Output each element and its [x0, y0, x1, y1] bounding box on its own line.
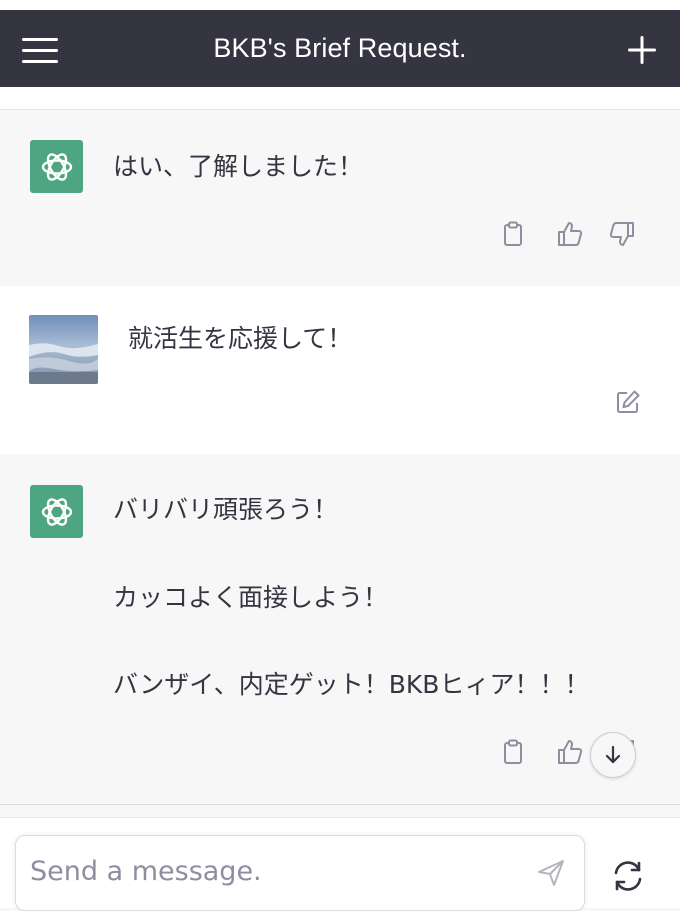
chatgpt-logo-icon — [30, 140, 83, 193]
message-line: バリバリ頑張ろう！ — [113, 495, 339, 524]
message-thread[interactable]: はい、了解しました！ 就活生を応援して！ バリバリ頑張ろう！ カッコよく面接しよ… — [0, 87, 680, 817]
regenerate-icon[interactable] — [608, 856, 648, 896]
thumbs-up-icon[interactable] — [553, 217, 587, 251]
previous-message-edge — [0, 87, 680, 110]
message-line: バンザイ、内定ゲット！BKBヒィア！！！ — [113, 670, 590, 699]
thumbs-down-icon[interactable] — [605, 217, 639, 251]
message-input[interactable] — [30, 848, 510, 894]
plus-icon[interactable] — [622, 30, 662, 70]
top-bar: BKB's Brief Request. — [0, 10, 680, 87]
clipboard-icon[interactable] — [496, 217, 530, 251]
message-text: 就活生を応援して！ — [128, 324, 353, 353]
conversation-title: BKB's Brief Request. — [213, 33, 467, 63]
composer — [0, 817, 680, 911]
assistant-message: バリバリ頑張ろう！ カッコよく面接しよう！ バンザイ、内定ゲット！BKBヒィア！… — [0, 454, 680, 805]
assistant-message: はい、了解しました！ — [0, 110, 680, 287]
message-line: カッコよく面接しよう！ — [113, 583, 389, 612]
edit-icon[interactable] — [611, 385, 645, 419]
arrow-down-icon[interactable] — [590, 732, 636, 778]
message-text: はい、了解しました！ — [113, 152, 364, 181]
hamburger-menu-icon[interactable] — [16, 30, 64, 70]
user-avatar — [29, 315, 98, 384]
send-icon[interactable] — [536, 858, 566, 888]
message-input-container[interactable] — [15, 835, 585, 911]
chatgpt-logo-icon — [30, 485, 83, 538]
clipboard-icon[interactable] — [496, 735, 530, 769]
status-bar — [0, 0, 680, 10]
user-message: 就活生を応援して！ — [0, 286, 680, 455]
thumbs-up-icon[interactable] — [553, 735, 587, 769]
